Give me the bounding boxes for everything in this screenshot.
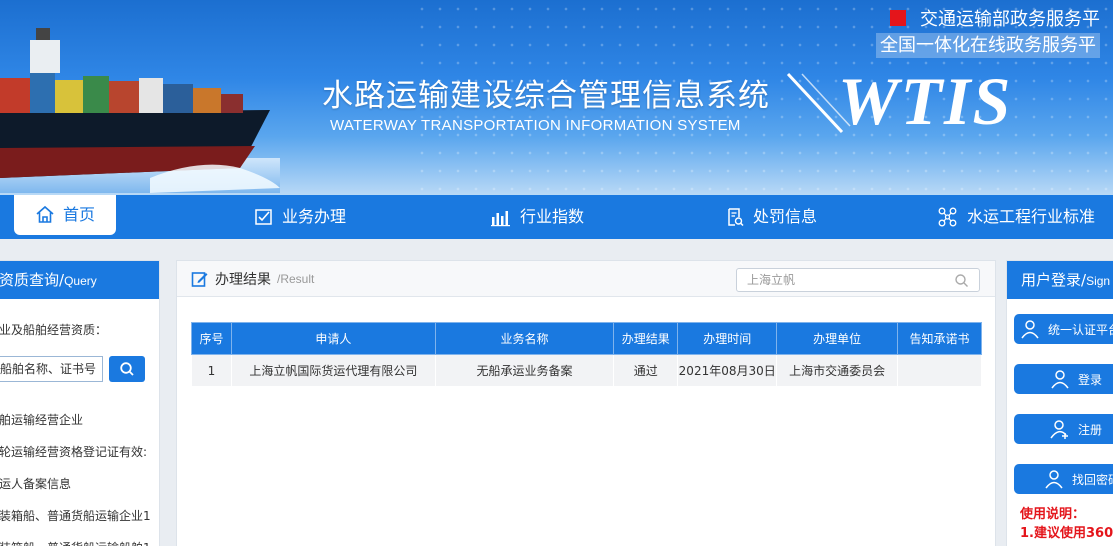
unified-auth-label: 统一认证平台 — [1048, 322, 1113, 337]
right-panel-header: 用户登录/Sign — [1007, 261, 1113, 299]
nav-item-standards[interactable]: 水运工程行业标准 — [937, 195, 1095, 239]
nav-label-industry-index: 行业指数 — [520, 207, 585, 226]
gov-service-text-1: 交通运输部政务服务平 — [920, 9, 1100, 30]
result-search-value: 上海立帆 — [747, 273, 796, 287]
table-row[interactable]: 1 上海立帆国际货运代理有限公司 无船承运业务备案 通过 2021年08月30日… — [191, 354, 982, 387]
main-nav: 首页 业务办理 行业指数 处罚信息 水运工程行业标准 — [0, 195, 1113, 239]
qualification-item[interactable]: 装箱船、普通货船运输企业1 — [0, 500, 159, 532]
col-header-unit: 办理单位 — [776, 322, 899, 355]
cell-business: 无船承运业务备案 — [434, 354, 615, 387]
usage-notes: 使用说明： 1.建议使用360 — [1020, 505, 1113, 543]
result-panel-header: 办理结果 /Result 上海立帆 — [177, 261, 995, 297]
ship-search-button[interactable] — [109, 356, 145, 382]
user-icon — [1051, 370, 1069, 389]
nav-label-home: 首页 — [62, 205, 95, 224]
search-icon[interactable] — [954, 273, 969, 288]
nav-label-penalty-info: 处罚信息 — [753, 207, 818, 226]
home-icon — [36, 205, 54, 223]
cell-applicant: 上海立帆国际货运代理有限公司 — [230, 354, 436, 387]
left-search-row: 船舶名称、证书号（ — [0, 356, 159, 382]
left-panel-hint: 业及船舶经营资质： — [0, 323, 108, 337]
gov-service-link-2[interactable]: 全国一体化在线政务服务平 — [876, 33, 1100, 58]
table-header-row: 序号 申请人 业务名称 办理结果 办理时间 办理单位 告知承诺书 — [191, 322, 982, 355]
recover-password-label: 找回密码 — [1072, 472, 1113, 487]
user-icon — [1021, 320, 1039, 339]
edit-document-icon — [191, 271, 208, 287]
user-login-panel: 用户登录/Sign 统一认证平台 登录 注册 找回密码 使用说明： 1.建议使用… — [1006, 260, 1113, 546]
container-ship-image — [0, 28, 280, 193]
system-subtitle: WATERWAY TRANSPORTATION INFORMATION SYST… — [330, 117, 741, 134]
user-icon — [1045, 470, 1063, 489]
cell-unit: 上海市交通委员会 — [776, 354, 899, 387]
col-header-time: 办理时间 — [677, 322, 778, 355]
result-title-en: /Result — [277, 271, 315, 286]
result-title: 办理结果 — [215, 271, 271, 288]
qualification-item[interactable]: 舶运输经营企业 — [0, 404, 159, 436]
left-panel-title: 资质查询/ — [0, 271, 65, 289]
qualification-item[interactable]: 运人备案信息 — [0, 468, 159, 500]
col-header-index: 序号 — [191, 322, 232, 355]
wtis-logo: WTIS — [838, 63, 1013, 139]
nav-item-penalty-info[interactable]: 处罚信息 — [725, 195, 817, 239]
result-panel: 办理结果 /Result 上海立帆 序号 申请人 业务名称 办理结果 办理时间 … — [176, 260, 996, 546]
nav-item-industry-index[interactable]: 行业指数 — [490, 195, 584, 239]
bar-chart-icon — [491, 211, 510, 227]
ship-search-input[interactable]: 船舶名称、证书号（ — [0, 356, 103, 382]
usage-title: 使用说明： — [1020, 507, 1086, 522]
add-user-icon — [1050, 420, 1068, 439]
left-panel-header: 资质查询/Query — [0, 261, 159, 299]
red-square-icon — [890, 10, 906, 26]
nav-label-standards: 水运工程行业标准 — [967, 207, 1096, 226]
network-icon — [938, 207, 957, 227]
right-panel-title-en: Sign — [1086, 274, 1111, 288]
usage-line-1: 1.建议使用360 — [1020, 526, 1113, 541]
nav-item-business[interactable]: 业务办理 — [254, 195, 346, 239]
qualification-query-panel: 资质查询/Query 业及船舶经营资质： 船舶名称、证书号（ 舶运输经营企业 轮… — [0, 260, 160, 546]
col-header-applicant: 申请人 — [230, 322, 436, 355]
col-header-result: 办理结果 — [613, 322, 679, 355]
qualification-item[interactable]: 装箱船、普通货船运输船舶1 — [0, 532, 159, 546]
cell-index: 1 — [191, 354, 232, 387]
gov-service-link-1[interactable]: 交通运输部政务服务平 — [890, 5, 1100, 31]
register-button[interactable]: 注册 — [1014, 414, 1113, 444]
search-icon — [120, 362, 134, 376]
login-button[interactable]: 登录 — [1014, 364, 1113, 394]
right-panel-title: 用户登录/ — [1021, 271, 1087, 289]
col-header-commitment: 告知承诺书 — [897, 322, 982, 355]
result-table: 序号 申请人 业务名称 办理结果 办理时间 办理单位 告知承诺书 1 上海立帆国… — [191, 322, 982, 387]
document-search-icon — [728, 208, 744, 227]
cell-result: 通过 — [613, 354, 679, 387]
qualification-item[interactable]: 轮运输经营资格登记证有效: — [0, 436, 159, 468]
unified-auth-button[interactable]: 统一认证平台 — [1014, 314, 1113, 344]
login-label: 登录 — [1078, 372, 1103, 387]
qualification-list: 舶运输经营企业 轮运输经营资格登记证有效: 运人备案信息 装箱船、普通货船运输企… — [0, 404, 159, 546]
recover-password-button[interactable]: 找回密码 — [1014, 464, 1113, 494]
cell-time: 2021年08月30日 — [677, 354, 778, 387]
cell-commitment[interactable] — [897, 354, 982, 387]
nav-item-home[interactable]: 首页 — [14, 195, 116, 235]
register-label: 注册 — [1078, 422, 1103, 437]
result-search-input[interactable]: 上海立帆 — [736, 268, 980, 292]
nav-label-business: 业务办理 — [282, 207, 347, 226]
checklist-icon — [255, 209, 272, 225]
left-panel-title-en: Query — [64, 274, 97, 288]
header-banner: 交通运输部政务服务平 全国一体化在线政务服务平 水路运输建设综合管理信息系统 W… — [0, 0, 1113, 195]
col-header-business: 业务名称 — [434, 322, 615, 355]
system-title: 水路运输建设综合管理信息系统 — [322, 78, 770, 114]
